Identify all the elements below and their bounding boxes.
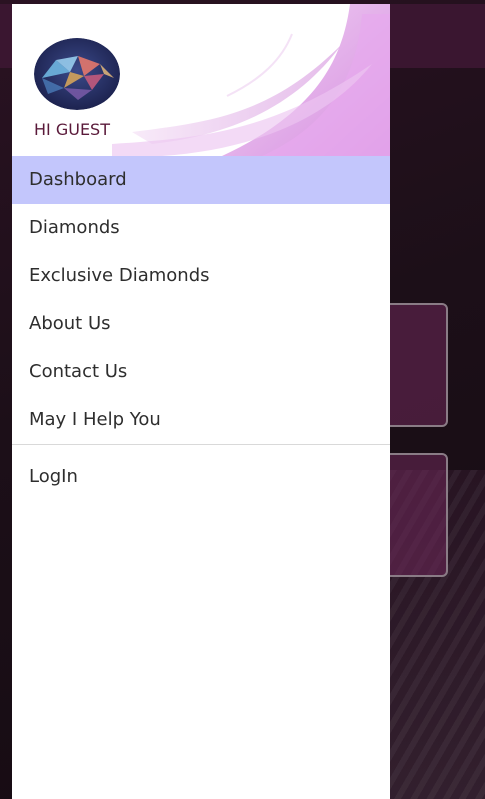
menu-item-exclusive-diamonds[interactable]: Exclusive Diamonds <box>12 252 390 300</box>
menu-divider <box>12 444 390 445</box>
greeting-label: HI GUEST <box>34 120 110 139</box>
menu-item-dashboard[interactable]: Dashboard <box>12 156 390 204</box>
menu-item-about-us[interactable]: About Us <box>12 300 390 348</box>
menu-item-contact-us[interactable]: Contact Us <box>12 348 390 396</box>
drawer-header: HI GUEST <box>12 4 390 156</box>
navigation-drawer: HI GUEST Dashboard Diamonds Exclusive Di… <box>12 4 390 799</box>
menu-item-login[interactable]: LogIn <box>12 453 390 501</box>
menu-item-diamonds[interactable]: Diamonds <box>12 204 390 252</box>
diamond-avatar-icon[interactable] <box>34 38 120 110</box>
menu-item-may-i-help-you[interactable]: May I Help You <box>12 396 390 444</box>
avatar-image <box>34 38 120 110</box>
drawer-menu: Dashboard Diamonds Exclusive Diamonds Ab… <box>12 156 390 501</box>
